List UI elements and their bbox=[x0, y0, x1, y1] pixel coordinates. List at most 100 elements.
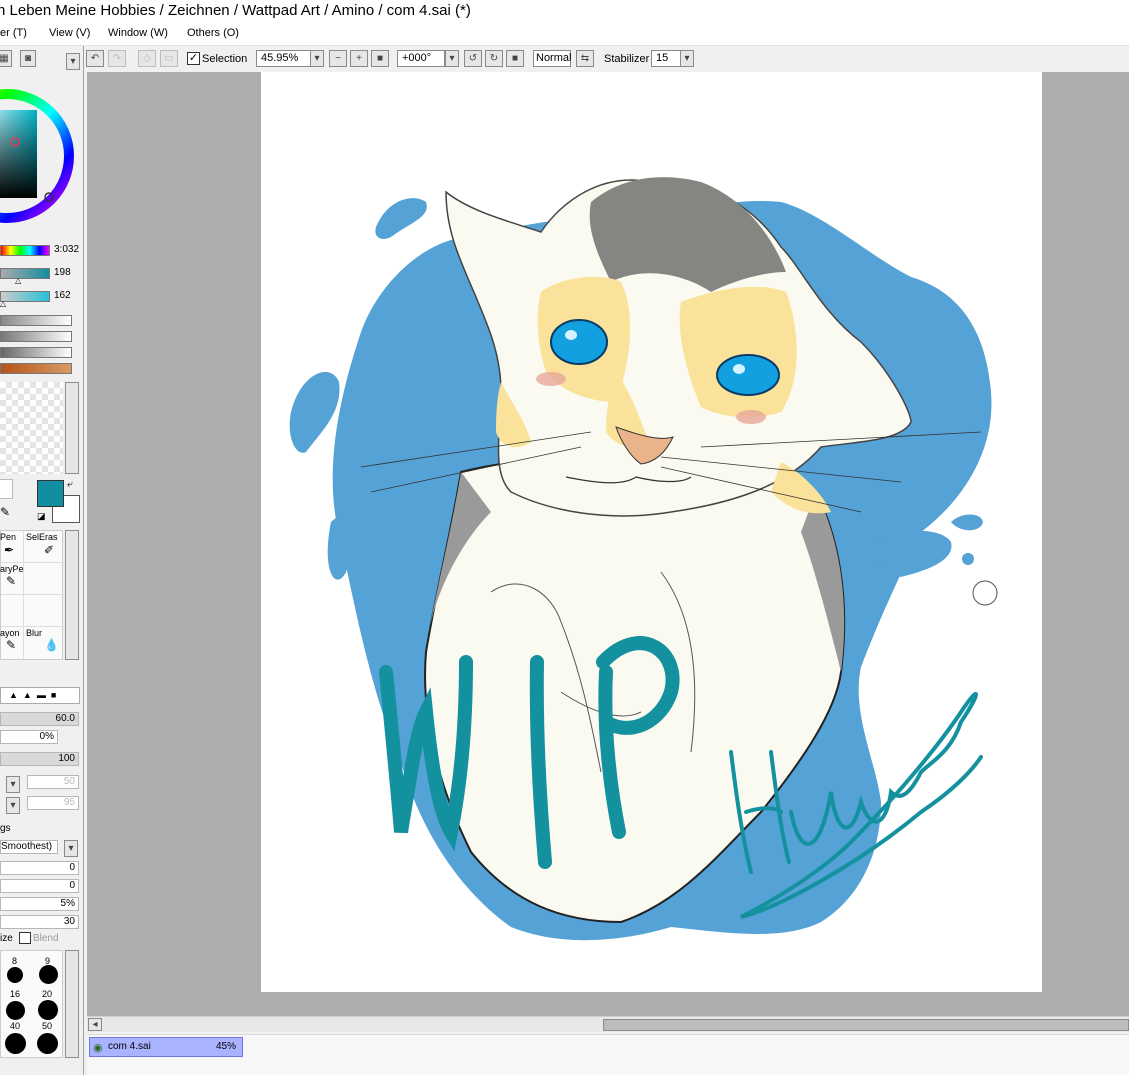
brush-presets-scrollbar[interactable] bbox=[65, 950, 79, 1058]
selection-eraser-icon[interactable]: ✐ bbox=[44, 543, 54, 557]
cat-head-grey-fur bbox=[589, 177, 786, 292]
selection-label: Selection bbox=[202, 53, 248, 65]
tool-binarypen-label[interactable]: aryPe bbox=[0, 564, 24, 574]
brush-dot-20[interactable] bbox=[39, 965, 58, 984]
blue-splash-drop-2 bbox=[289, 372, 340, 453]
saturation-slider[interactable] bbox=[0, 268, 50, 279]
menu-item-filter[interactable]: er (T) bbox=[0, 27, 27, 39]
smoothing-dropdown-icon[interactable]: ▾ bbox=[64, 840, 78, 857]
setting-field-4[interactable]: 30 bbox=[0, 915, 79, 929]
scratch-pad-scrollbar[interactable] bbox=[65, 382, 79, 474]
menu-item-window[interactable]: Window (W) bbox=[108, 27, 168, 39]
value-slider[interactable] bbox=[0, 291, 50, 302]
brush-size-50[interactable]: 50 bbox=[42, 1021, 52, 1031]
selection-checkbox[interactable]: ✓ bbox=[187, 52, 200, 65]
zoom-field[interactable]: 45.95% bbox=[256, 50, 312, 67]
zoom-reset-button[interactable]: ■ bbox=[371, 50, 389, 67]
redo-button[interactable]: ↷ bbox=[108, 50, 126, 67]
deselect-button[interactable]: ◇ bbox=[138, 50, 156, 67]
setting-field-1[interactable]: 0 bbox=[0, 861, 79, 875]
eyedropper-icon[interactable]: ✎ bbox=[0, 505, 10, 519]
cat-blush-left bbox=[536, 372, 566, 386]
scratch-pad[interactable] bbox=[0, 382, 63, 474]
brush-cursor bbox=[972, 580, 998, 606]
brush-dot-large-1[interactable] bbox=[5, 1033, 26, 1054]
flip-horizontal-button[interactable]: ⇆ bbox=[576, 50, 594, 67]
value-value: 162 bbox=[54, 290, 71, 301]
rotate-reset-button[interactable]: ■ bbox=[506, 50, 524, 67]
brush-size-field[interactable]: 60.0 bbox=[0, 712, 79, 726]
tool-crayon-label[interactable]: ayon bbox=[0, 628, 20, 638]
brush-size-16[interactable]: 16 bbox=[10, 989, 20, 999]
color-mode-button[interactable]: ▦ bbox=[0, 50, 12, 67]
document-tab[interactable]: ◉ com 4.sai 45% bbox=[89, 1037, 243, 1057]
grey-slider-1[interactable] bbox=[0, 315, 72, 326]
brush-dot-large-2[interactable] bbox=[37, 1033, 58, 1054]
tool-grid-scrollbar[interactable] bbox=[65, 530, 79, 660]
brush-dot-50[interactable] bbox=[38, 1000, 58, 1020]
blend-mode-field[interactable]: Normal bbox=[533, 50, 571, 67]
color-wheel[interactable] bbox=[0, 70, 76, 246]
toolbar: ▾ ↶ ↷ ◇ ▭ ✓ Selection 45.95% ▾ − + ■ +00… bbox=[70, 46, 1129, 72]
zoom-dropdown-icon[interactable]: ▾ bbox=[310, 50, 324, 67]
menu-item-view[interactable]: View (V) bbox=[49, 27, 90, 39]
window-title-bar: n Leben Meine Hobbies / Zeichnen / Wattp… bbox=[0, 0, 1129, 22]
pen-tool-icon[interactable]: ✒ bbox=[4, 543, 14, 557]
canvas-area[interactable] bbox=[87, 72, 1129, 1016]
zoom-in-button[interactable]: + bbox=[350, 50, 368, 67]
cat-blush-right bbox=[736, 410, 766, 424]
cat-eye-left-highlight bbox=[565, 330, 577, 340]
density-field[interactable]: 100 bbox=[0, 752, 79, 766]
rotation-field[interactable]: +000° bbox=[397, 50, 445, 67]
rotation-dropdown-icon[interactable]: ▾ bbox=[445, 50, 459, 67]
swap-colors-icon[interactable]: ⤶ bbox=[67, 479, 73, 490]
edge-strength-field[interactable]: 95 bbox=[27, 796, 79, 810]
texture-dropdown-icon[interactable]: ▾ bbox=[6, 776, 20, 793]
brush-size-8[interactable]: 8 bbox=[12, 956, 17, 966]
brush-dot-16[interactable] bbox=[7, 967, 23, 983]
cat-head-yellow-mask-right bbox=[679, 286, 797, 418]
undo-button[interactable]: ↶ bbox=[86, 50, 104, 67]
hue-slider[interactable] bbox=[0, 245, 50, 256]
color-mix-slider[interactable] bbox=[0, 363, 72, 374]
primary-color-swatch[interactable] bbox=[37, 480, 64, 507]
smoothing-field[interactable]: Smoothest) bbox=[0, 840, 58, 854]
brush-shape-selector[interactable]: ▲▲▬■ bbox=[0, 687, 80, 704]
value-marker-icon: △ bbox=[0, 299, 7, 308]
color-mode-button-2[interactable]: ◙ bbox=[20, 50, 36, 67]
blend-label: Blend bbox=[33, 933, 59, 944]
brush-size-20[interactable]: 20 bbox=[42, 989, 52, 999]
scroll-left-button[interactable]: ◂ bbox=[88, 1018, 102, 1031]
menu-item-others[interactable]: Others (O) bbox=[187, 27, 239, 39]
crayon-tool-icon[interactable]: ✎ bbox=[6, 638, 16, 652]
tool-seleraser-label[interactable]: SelEras bbox=[26, 532, 58, 542]
grey-slider-2[interactable] bbox=[0, 331, 72, 342]
grey-slider-3[interactable] bbox=[0, 347, 72, 358]
canvas-paper[interactable] bbox=[261, 72, 1042, 992]
transparent-color-swatch[interactable] bbox=[0, 479, 13, 499]
setting-field-2[interactable]: 0 bbox=[0, 879, 79, 893]
tool-pen-label[interactable]: Pen bbox=[0, 532, 16, 542]
zoom-out-button[interactable]: − bbox=[329, 50, 347, 67]
stabilizer-field[interactable]: 15 bbox=[651, 50, 681, 67]
setting-field-3[interactable]: 5% bbox=[0, 897, 79, 911]
stabilizer-dropdown-icon[interactable]: ▾ bbox=[680, 50, 694, 67]
edge-dropdown-icon[interactable]: ▾ bbox=[6, 797, 20, 814]
texture-strength-field[interactable]: 50 bbox=[27, 775, 79, 789]
horizontal-scrollbar[interactable]: ◂ bbox=[87, 1016, 1129, 1032]
blend-checkbox[interactable] bbox=[19, 932, 31, 944]
binary-pen-icon[interactable]: ✎ bbox=[6, 574, 16, 588]
brush-size-40[interactable]: 40 bbox=[10, 1021, 20, 1031]
horizontal-scrollbar-thumb[interactable] bbox=[603, 1019, 1129, 1031]
settings-label: gs bbox=[0, 823, 11, 834]
brush-dot-40[interactable] bbox=[6, 1001, 25, 1020]
reset-colors-icon[interactable]: ◪ bbox=[37, 511, 46, 522]
blur-tool-icon[interactable]: 💧 bbox=[44, 638, 59, 652]
panel-dropdown-icon[interactable]: ▾ bbox=[66, 53, 80, 70]
min-size-field[interactable]: 0% bbox=[0, 730, 58, 744]
rotate-right-button[interactable]: ↻ bbox=[485, 50, 503, 67]
tool-blur-label[interactable]: Blur bbox=[26, 628, 42, 638]
rotate-left-button[interactable]: ↺ bbox=[464, 50, 482, 67]
blue-splash-drop-1 bbox=[375, 198, 427, 239]
invert-selection-button[interactable]: ▭ bbox=[160, 50, 178, 67]
